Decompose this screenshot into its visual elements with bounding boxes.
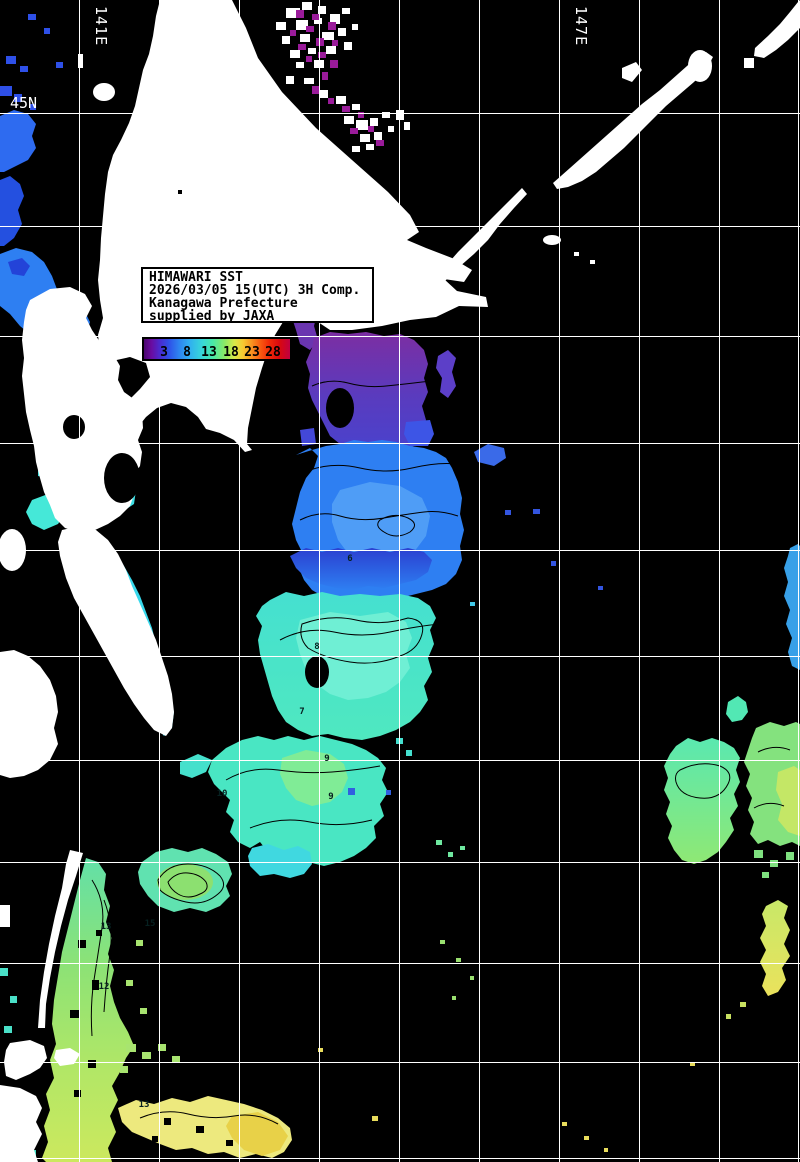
longitude-label-141e: 141E bbox=[92, 6, 110, 46]
colorbar-tick-label: 13 bbox=[201, 345, 217, 360]
contour-label: 8 bbox=[314, 642, 319, 652]
colorbar-tick-label: 28 bbox=[265, 345, 281, 360]
longitude-label-147e: 147E bbox=[572, 6, 590, 46]
contour-label: 13 bbox=[101, 922, 112, 932]
contour-label: 12 bbox=[99, 982, 110, 992]
colorbar-tick-label: 23 bbox=[244, 345, 260, 360]
contour-label: 9 bbox=[324, 754, 329, 764]
colorbar-tick-label: 18 bbox=[223, 345, 239, 360]
cloud-hole bbox=[63, 415, 85, 439]
info-box-credit: supplied by JAXA bbox=[149, 309, 274, 324]
colorbar-tick-label: 3 bbox=[160, 345, 168, 360]
info-box: HIMAWARI SST 2026/03/05 15(UTC) 3H Comp.… bbox=[142, 268, 373, 324]
island-shikotan bbox=[543, 235, 561, 245]
contour-label: 13 bbox=[139, 1100, 150, 1110]
contour-label: 10 bbox=[217, 789, 228, 799]
cloud-hole bbox=[104, 453, 140, 503]
contour-label: 15 bbox=[145, 919, 156, 929]
island-rebun bbox=[78, 54, 83, 68]
sst-map-canvas: 6 8 7 9 9 10 15 13 12 13 45N 141E 147E HIMAWARI S… bbox=[0, 0, 800, 1162]
sst-map-screenshot: 6 8 7 9 9 10 15 13 12 13 45N 141E 147E HIMAWARI S… bbox=[0, 0, 800, 1162]
island-rishiri bbox=[93, 83, 115, 101]
latitude-label-45n: 45N bbox=[10, 94, 37, 112]
contour-label: 7 bbox=[299, 707, 304, 717]
contour-label: 6 bbox=[347, 554, 352, 564]
colorbar-tick-label: 8 bbox=[183, 345, 191, 360]
contour-label: 9 bbox=[328, 792, 333, 802]
colorbar: 38 13 18 23 28 bbox=[142, 337, 292, 361]
